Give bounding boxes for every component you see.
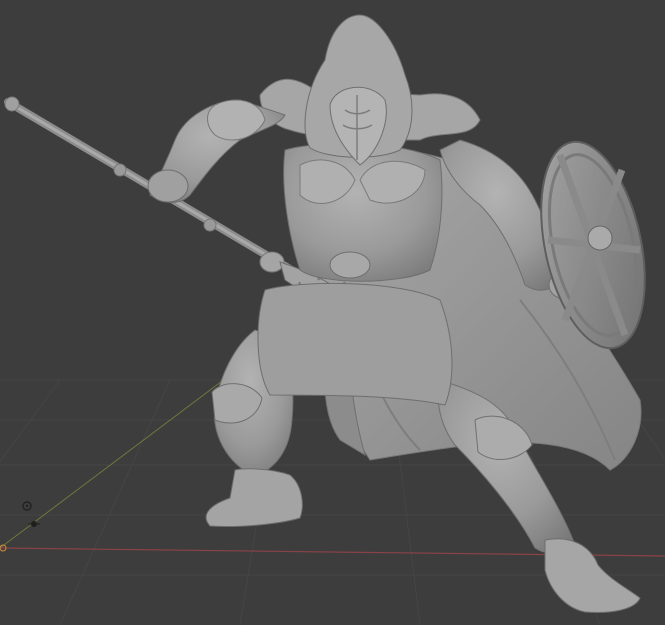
- left-pauldron: [207, 99, 266, 141]
- belt-buckle: [329, 251, 371, 279]
- right-boot[interactable]: [544, 538, 641, 613]
- 3d-cursor-icon[interactable]: [22, 501, 32, 511]
- left-boot[interactable]: [205, 468, 303, 528]
- viewport-canvas[interactable]: [0, 0, 665, 625]
- left-hand[interactable]: [147, 169, 189, 203]
- armor-skirt[interactable]: [257, 282, 453, 406]
- 3d-viewport[interactable]: [0, 0, 665, 625]
